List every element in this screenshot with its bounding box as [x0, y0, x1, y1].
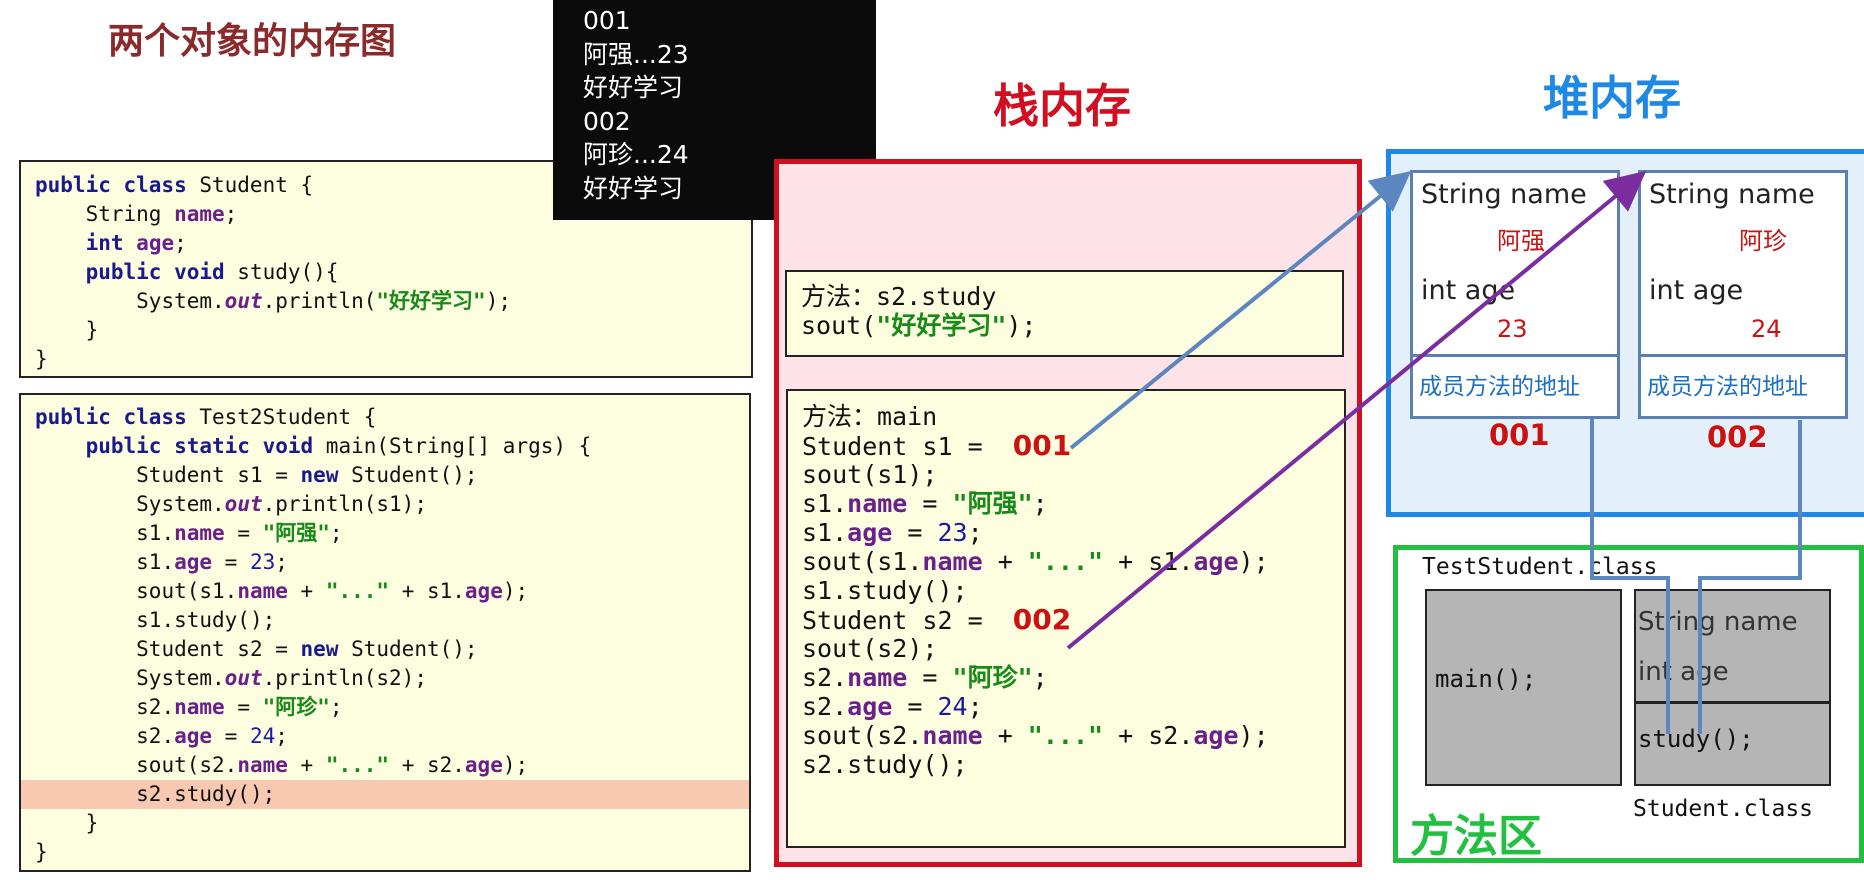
method-address-link-001 [1590, 418, 1670, 734]
s1-reference-arrow [1069, 170, 1412, 450]
s2-reference-arrow [1066, 170, 1647, 650]
connector-arrows [1066, 170, 1802, 734]
method-address-link-002 [1698, 420, 1802, 734]
